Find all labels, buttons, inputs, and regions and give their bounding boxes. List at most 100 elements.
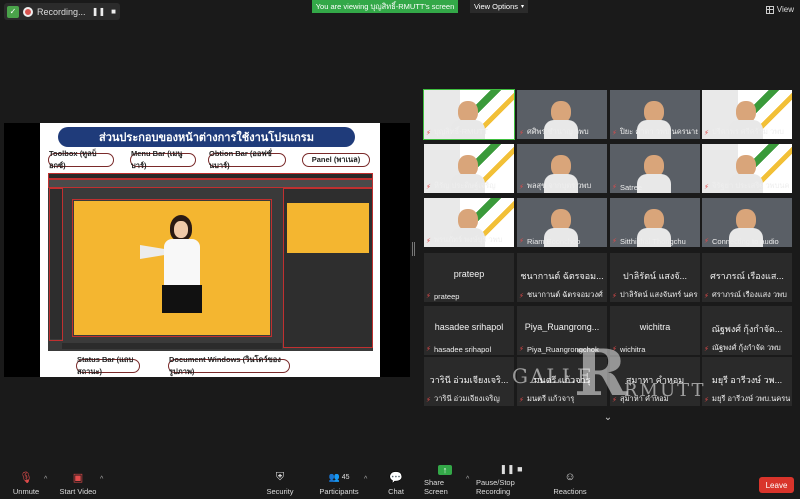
muted-mic-icon: ⚡	[426, 346, 431, 353]
participant-tile[interactable]: สุมาหา คำหอม ⚡ สุมาหา คำหอม	[610, 357, 700, 406]
participant-tile[interactable]: hasadee srihapol ⚡ hasadee srihapol	[424, 306, 514, 355]
security-label: Security	[266, 487, 294, 496]
muted-mic-icon: ⚡	[612, 184, 617, 191]
participant-tile[interactable]: ⚡ ปรีดาพร ศรีคร้าม วพบ	[702, 90, 792, 139]
view-label: View	[776, 5, 794, 14]
pause-stop-recording-button[interactable]: ❚❚ ■ Pause/Stop Recording	[476, 464, 546, 499]
pause-recording-icon[interactable]: ❚❚	[92, 7, 105, 16]
participant-name: wichitra	[620, 345, 646, 354]
participant-name: วารินี อ่วมเจียงเจริญ	[434, 394, 500, 403]
reactions-label: Reactions	[553, 487, 587, 496]
muted-mic-icon: ⚡	[519, 346, 524, 353]
recording-label: Recording...	[37, 6, 86, 17]
label-toolbox: Toolbox (ทูลบ็อกซ์)	[48, 149, 114, 170]
highlight-document	[72, 199, 272, 337]
participant-name: ณัฐพงศ์ กุ้งกำจัด วพบ	[712, 343, 781, 352]
presentation-slide: ส่วนประกอบของหน้าต่างการใช้งานโปรแกรม To…	[40, 123, 380, 377]
muted-mic-icon: ⚡	[519, 397, 524, 404]
participant-tile[interactable]: Piya_Ruangrong... ⚡ Piya_Ruangrongchok	[517, 306, 607, 355]
security-button[interactable]: ⛨ Security	[263, 466, 297, 499]
participant-tile[interactable]: ⚡จิรัฐยา ประเสริฐ วพบนครนายก	[702, 144, 792, 193]
reactions-button[interactable]: ☺ Reactions	[553, 466, 587, 499]
security-shield-icon: ⛨	[275, 470, 285, 483]
photoshop-screenshot	[48, 173, 373, 351]
participant-tile[interactable]: ⚡ พลสุข จากบุตร วพบ	[517, 144, 607, 193]
participant-tile[interactable]: วารินี อ่วมเจียงเจริ... ⚡ วารินี อ่วมเจียง…	[424, 357, 514, 406]
muted-mic-icon: ⚡	[426, 184, 431, 191]
participants-button[interactable]: 👥 45 Participants	[318, 466, 360, 499]
muted-mic-icon: ⚡	[704, 397, 709, 404]
participant-tile[interactable]: prateep ⚡ prateep	[424, 253, 514, 302]
participant-name: ชนากานต์ ฉัตรจอมวงศ์ วพบ	[527, 290, 605, 299]
recording-dot-icon	[23, 6, 33, 17]
view-options-label: View Options	[473, 2, 519, 11]
participants-caret-icon[interactable]: ^	[364, 476, 367, 483]
muted-mic-icon: ⚡	[612, 238, 617, 245]
chat-button[interactable]: 💬 Chat	[384, 466, 408, 499]
participant-tile[interactable]: ⚡ ศศิพร ชำนาญ วพบ	[517, 90, 607, 139]
recording-indicator: ✓ Recording... ❚❚ ■	[4, 3, 120, 20]
participant-display-name: Piya_Ruangrong...	[524, 322, 600, 332]
label-panel: Panel (พาเนล)	[302, 153, 370, 167]
muted-mic-icon: ⚡	[426, 238, 431, 245]
participant-tile[interactable]: ศราภรณ์ เรืองแส... ⚡ ศราภรณ์ เรืองแสง วพบ	[702, 253, 792, 302]
participant-tile[interactable]: ⚡ พรนภัทร์ พงษ์บุรี วพบ	[424, 198, 514, 247]
label-statusbar: Status Bar (แถบสถานะ)	[76, 355, 140, 376]
view-options-button[interactable]: View Options ▾	[470, 0, 528, 13]
next-page-chevron-icon[interactable]: ⌄	[598, 412, 618, 426]
participant-name: Sitthichai Thongchu	[620, 237, 686, 246]
leave-button[interactable]: Leave	[759, 477, 794, 493]
participant-tile[interactable]: ปาลิรัตน์ แสงจั... ⚡ ปาลิรัตน์ แสงจันทร์ น…	[610, 253, 700, 302]
participant-tile[interactable]: wichitra ⚡ wichitra	[610, 306, 700, 355]
participant-display-name: ณัฐพงศ์ กุ้งกำจัด...	[711, 324, 783, 334]
stop-recording-icon[interactable]: ■	[111, 7, 116, 16]
chat-label: Chat	[388, 487, 404, 496]
label-optionbar: Obtion Bar (ออฟชั่นบาร์)	[208, 149, 286, 170]
participant-tile[interactable]: ⚡ Connecting to audio	[702, 198, 792, 247]
participant-name: Satree	[620, 183, 643, 192]
participant-tile[interactable]: ⚡ บุญสิทธิ์-RMUTT	[423, 89, 515, 140]
participant-tile[interactable]: ณัฐพงศ์ กุ้งกำจัด... ⚡ ณัฐพงศ์ กุ้งกำจัด ว…	[702, 306, 792, 355]
participant-display-name: ชนากานต์ ฉัตรจอม...	[520, 271, 604, 281]
muted-mic-icon: ⚡	[612, 397, 617, 404]
participant-name: พรนภัทร์ พงษ์บุรี วพบ	[434, 235, 503, 244]
shield-icon[interactable]: ✓	[7, 5, 19, 18]
muted-mic-icon: ⚡	[519, 293, 524, 300]
resize-handle[interactable]	[412, 242, 415, 256]
participant-name: มยุรี อารีวงษ์ วพบ.นครนายก	[712, 394, 790, 403]
participants-icon: 👥 45	[328, 471, 350, 482]
muted-mic-icon: ⚡	[612, 130, 617, 137]
share-screen-icon: ↑	[438, 465, 452, 475]
participant-tile[interactable]: มนตรี แก้วจารุ ⚡ มนตรี แก้วจารุ	[517, 357, 607, 406]
participant-tile[interactable]: ⚡ ปิยะ คำตา วพบ.นครนายก	[610, 90, 700, 139]
unmute-label: Unmute	[12, 487, 40, 496]
highlight-panel	[283, 188, 373, 348]
muted-mic-icon: ⚡	[704, 238, 709, 245]
start-video-button[interactable]: ▣ Start Video	[58, 466, 98, 499]
highlight-optionbar	[48, 179, 373, 188]
muted-mic-icon: ⚡	[704, 346, 709, 353]
participants-count: 45	[341, 473, 350, 481]
audio-options-caret-icon[interactable]: ^	[44, 476, 47, 483]
participant-tile[interactable]: ⚡ Sitthichai Thongchu	[610, 198, 700, 247]
participant-display-name: สุมาหา คำหอม	[625, 375, 685, 385]
participant-tile[interactable]: ⚡ Riam Boonchoo	[517, 198, 607, 247]
viewing-banner: You are viewing บุญสิทธิ์-RMUTT's screen	[312, 0, 458, 13]
participant-tile[interactable]: ชนากานต์ ฉัตรจอม... ⚡ ชนากานต์ ฉัตรจอมวงศ์…	[517, 253, 607, 302]
share-screen-button[interactable]: ↑ Share Screen	[424, 465, 466, 499]
unmute-button[interactable]: 🎙 Unmute	[8, 466, 44, 499]
participant-tile[interactable]: มยุรี อารีวงษ์ วพ... ⚡ มยุรี อารีวงษ์ วพบ.…	[702, 357, 792, 406]
view-button[interactable]: View	[765, 5, 794, 14]
muted-mic-icon: ⚡	[704, 184, 709, 191]
share-caret-icon[interactable]: ^	[466, 476, 469, 483]
participant-tile[interactable]: ⚡ หิรัญ ประดิษฐ์เจริญ	[424, 144, 514, 193]
participant-tile[interactable]: ⚡ Satree	[610, 144, 700, 193]
video-options-caret-icon[interactable]: ^	[100, 476, 103, 483]
participant-display-name: hasadee srihapol	[434, 322, 504, 332]
participant-name: บุญสิทธิ์-RMUTT	[434, 127, 488, 136]
recording-control-label: Pause/Stop Recording	[476, 478, 515, 496]
participant-name: Riam Boonchoo	[527, 237, 581, 246]
participant-name: จิรัฐยา ประเสริฐ วพบนครนายก	[712, 181, 790, 190]
muted-mic-icon: ⚡	[519, 184, 524, 191]
meeting-toolbar: 🎙 Unmute ^ ▣ Start Video ^ ⛨ Security 👥 4…	[0, 464, 800, 499]
